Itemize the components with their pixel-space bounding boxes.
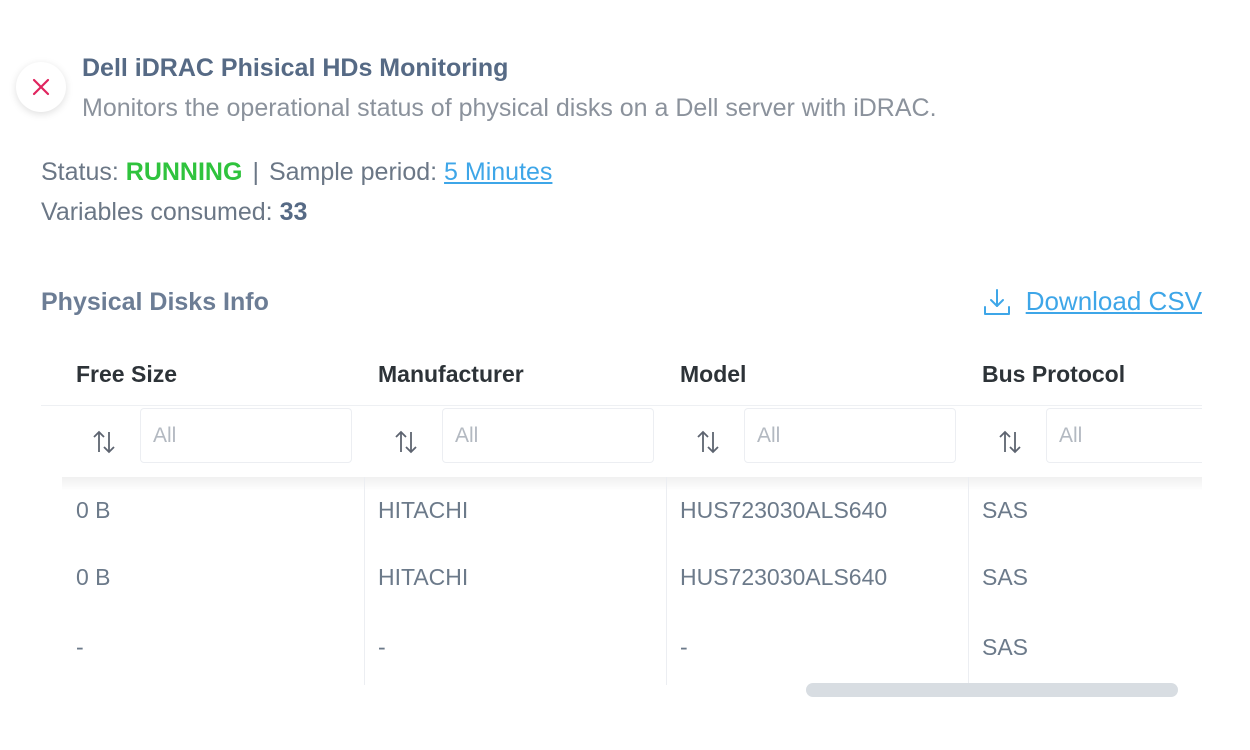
filter-input-manufacturer[interactable] (442, 408, 654, 463)
sample-period-label: Sample period: (268, 158, 445, 186)
download-csv-button[interactable]: Download CSV (982, 286, 1202, 317)
close-button[interactable] (16, 62, 66, 112)
filter-input-free-size[interactable] (140, 408, 352, 463)
cell-free-size: 0 B (76, 564, 111, 590)
column-header-bus-protocol[interactable]: Bus Protocol (982, 361, 1125, 388)
cell-model: - (680, 634, 688, 660)
filter-row (41, 405, 1202, 478)
status-label: Status: (41, 158, 126, 186)
section-title: Physical Disks Info (41, 288, 269, 316)
variables-count: 33 (279, 198, 308, 226)
download-csv-link[interactable]: Download CSV (1026, 286, 1202, 317)
table-row[interactable]: 0 B HITACHI HUS723030ALS640 SAS (62, 477, 1202, 543)
cell-manufacturer: HITACHI (378, 497, 469, 523)
table-header: Free Size Manufacturer Model Bus Protoco… (62, 345, 1202, 407)
sort-icon[interactable] (696, 428, 720, 456)
cell-bus-protocol: SAS (982, 634, 1029, 660)
cell-manufacturer: - (378, 634, 386, 660)
close-icon (32, 78, 50, 96)
disks-table: Free Size Manufacturer Model Bus Protoco… (41, 345, 1202, 685)
filter-input-model[interactable] (744, 408, 956, 463)
table-body: 0 B HITACHI HUS723030ALS640 SAS 0 B HITA… (62, 477, 1202, 685)
cell-model: HUS723030ALS640 (680, 564, 888, 590)
status-line: Status: RUNNING | Sample period: 5 Minutes (41, 158, 552, 187)
status-badge: RUNNING (125, 158, 243, 186)
sort-icon[interactable] (394, 428, 418, 456)
column-header-manufacturer[interactable]: Manufacturer (378, 361, 524, 388)
page-description: Monitors the operational status of physi… (82, 94, 937, 122)
column-header-free-size[interactable]: Free Size (76, 361, 177, 388)
sort-icon[interactable] (998, 428, 1022, 456)
cell-free-size: - (76, 634, 84, 660)
cell-manufacturer: HITACHI (378, 564, 469, 590)
cell-free-size: 0 B (76, 497, 111, 523)
sort-icon[interactable] (92, 428, 116, 456)
status-separator: | (252, 158, 259, 186)
cell-bus-protocol: SAS (982, 497, 1029, 523)
column-header-model[interactable]: Model (680, 361, 746, 388)
sample-period-link[interactable]: 5 Minutes (444, 158, 552, 186)
variables-line: Variables consumed: 33 (41, 198, 307, 227)
download-icon (983, 288, 1010, 315)
horizontal-scrollbar[interactable] (806, 683, 1178, 697)
table-row[interactable]: - - - SAS (62, 614, 1202, 680)
page-title: Dell iDRAC Phisical HDs Monitoring (82, 54, 509, 82)
variables-label: Variables consumed: (41, 198, 280, 226)
filter-input-bus-protocol[interactable] (1046, 408, 1202, 463)
cell-bus-protocol: SAS (982, 564, 1029, 590)
table-row[interactable]: 0 B HITACHI HUS723030ALS640 SAS (62, 544, 1202, 610)
cell-model: HUS723030ALS640 (680, 497, 888, 523)
monitor-detail-panel: Dell iDRAC Phisical HDs Monitoring Monit… (0, 0, 1250, 750)
